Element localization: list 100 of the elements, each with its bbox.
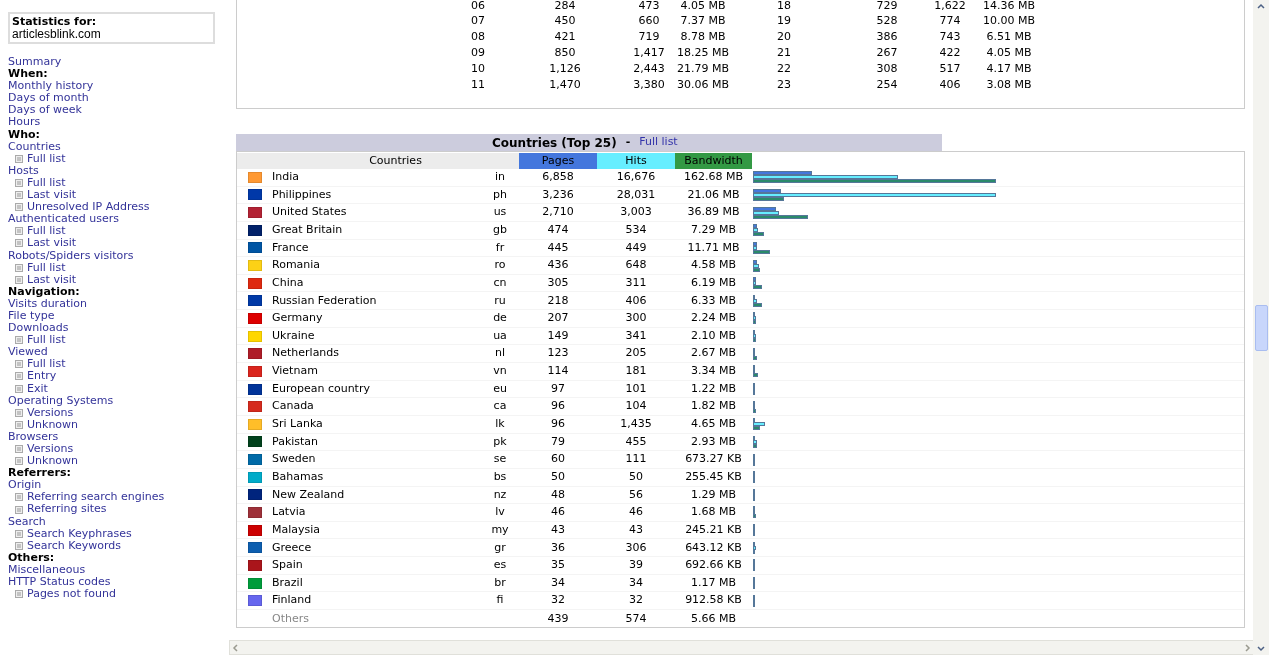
country-name: Sweden — [272, 451, 317, 468]
nav-link[interactable]: Authenticated users — [8, 213, 119, 226]
nav-sublink[interactable]: Search Keywords — [27, 539, 121, 552]
bar-graph — [752, 206, 808, 219]
page-icon — [15, 529, 23, 538]
full-list-link[interactable]: Full list — [639, 134, 678, 151]
column-header: Hits — [597, 153, 675, 169]
table-cell-text: 149 — [546, 327, 570, 344]
nav-sublink[interactable]: Exit — [27, 382, 48, 395]
table-cell-text: 11.71 MB — [686, 239, 741, 256]
nav-link[interactable]: Operating Systems — [8, 394, 114, 407]
bar-graph — [752, 241, 770, 254]
table-cell-text: 267 — [875, 45, 899, 62]
nav-sublink[interactable]: Full list — [27, 334, 66, 347]
table-cell-text: 34 — [628, 574, 644, 591]
table-cell-text: 10.00 MB — [982, 13, 1036, 30]
table-cell-text: 101 — [624, 380, 648, 397]
table-cell-text: 743 — [938, 29, 962, 46]
table-cell-text: 14.36 MB — [982, 0, 1036, 14]
nav-sublink[interactable]: Full list — [27, 152, 66, 165]
table-cell-text: 574 — [624, 610, 648, 627]
nav-link[interactable]: Days of week — [8, 104, 82, 117]
table-cell-text: 32 — [628, 592, 644, 609]
nav-sublink[interactable]: Versions — [27, 443, 74, 456]
bar-graph — [752, 506, 756, 519]
nav-link[interactable]: Summary — [8, 56, 62, 69]
nav-link[interactable]: Origin — [8, 479, 42, 492]
nav-link[interactable]: Monthly history — [8, 80, 94, 93]
scrollbar-thumb[interactable] — [1254, 304, 1268, 351]
bar-graph — [752, 471, 755, 484]
nav-sublink[interactable]: Last visit — [27, 189, 77, 202]
nav-link[interactable]: Viewed — [8, 346, 48, 359]
others-label: Others — [272, 610, 310, 627]
table-cell-text: nz — [492, 486, 508, 503]
bar-graph — [752, 541, 756, 554]
nav-sublink[interactable]: Search Keyphrases — [27, 527, 132, 540]
nav-sublink[interactable]: Referring search engines — [27, 491, 165, 504]
table-cell-text: 08 — [470, 29, 486, 46]
nav-sublink[interactable]: Pages not found — [27, 588, 116, 601]
nav-sublink[interactable]: Unknown — [27, 455, 79, 468]
table-cell-text: 96 — [550, 398, 566, 415]
country-name: Ukraine — [272, 327, 316, 344]
country-name: Russian Federation — [272, 292, 378, 309]
table-cell-text: in — [494, 169, 506, 186]
nav-link[interactable]: Visits duration — [8, 297, 87, 310]
nav-sublink[interactable]: Entry — [27, 370, 57, 383]
table-cell-text: lk — [494, 416, 506, 433]
nav-link[interactable]: Browsers — [8, 430, 59, 443]
nav-link[interactable]: Robots/Spiders visitors — [8, 249, 134, 262]
bar-graph — [752, 365, 758, 378]
table-cell-text: 36.89 MB — [686, 204, 741, 221]
nav-sublink[interactable]: Full list — [27, 261, 66, 274]
table-cell-text: 474 — [546, 222, 570, 238]
vertical-scrollbar[interactable] — [1253, 0, 1269, 655]
nav-link[interactable]: Search — [8, 515, 46, 528]
page-icon — [15, 445, 23, 454]
nav-link[interactable]: HTTP Status codes — [8, 576, 111, 589]
nav-sublink[interactable]: Referring sites — [27, 503, 107, 516]
table-cell-text: 284 — [553, 0, 577, 14]
table-cell-text: ru — [493, 292, 507, 309]
bar-graph — [752, 312, 756, 325]
nav-link[interactable]: File type — [8, 309, 55, 323]
nav-heading: Referrers: — [8, 467, 72, 480]
page-icon — [15, 360, 23, 369]
nav-sublink[interactable]: Versions — [27, 406, 74, 419]
separator: - — [625, 134, 631, 151]
nav-link[interactable]: Downloads — [8, 322, 69, 335]
nav-sublink[interactable]: Unknown — [27, 418, 79, 431]
bar-graph — [752, 259, 760, 272]
horizontal-scrollbar[interactable] — [229, 640, 1254, 655]
table-cell-text: 311 — [624, 274, 648, 291]
table-cell-text: 3,236 — [541, 186, 575, 203]
bar-graph — [752, 453, 755, 466]
nav-link[interactable]: Miscellaneous — [8, 563, 86, 577]
table-cell-text: 305 — [546, 274, 570, 291]
nav-sublink[interactable]: Full list — [27, 176, 66, 190]
table-cell-text: eu — [492, 380, 508, 397]
nav-sublink[interactable]: Last visit — [27, 237, 77, 250]
nav-link[interactable]: Hours — [8, 116, 41, 129]
nav-sublink[interactable]: Full list — [27, 358, 66, 371]
nav-sublink[interactable]: Full list — [27, 225, 66, 238]
table-cell-text: 673.27 KB — [684, 451, 743, 468]
nav-link[interactable]: Countries — [8, 140, 61, 153]
scroll-left-icon[interactable] — [232, 643, 240, 652]
table-cell-text: 30.06 MB — [676, 76, 730, 93]
table-cell-text: 439 — [546, 610, 570, 627]
nav-link[interactable]: Hosts — [8, 164, 39, 177]
country-name: Spain — [272, 557, 304, 574]
table-cell-text: 445 — [546, 239, 570, 256]
nav-sublink[interactable]: Last visit — [27, 273, 77, 286]
bar-graph — [752, 524, 755, 537]
table-cell-text: 436 — [546, 257, 570, 274]
nav-link[interactable]: Days of month — [8, 92, 89, 105]
table-cell-text: 912.58 KB — [684, 592, 743, 609]
table-cell-text: 34 — [550, 574, 566, 591]
table-cell-text: 56 — [628, 486, 644, 503]
nav-sublink[interactable]: Unresolved IP Address — [27, 201, 150, 214]
scroll-down-icon[interactable] — [1256, 643, 1266, 653]
scroll-right-icon[interactable] — [1243, 643, 1251, 652]
table-cell-text: 1.22 MB — [690, 380, 737, 397]
